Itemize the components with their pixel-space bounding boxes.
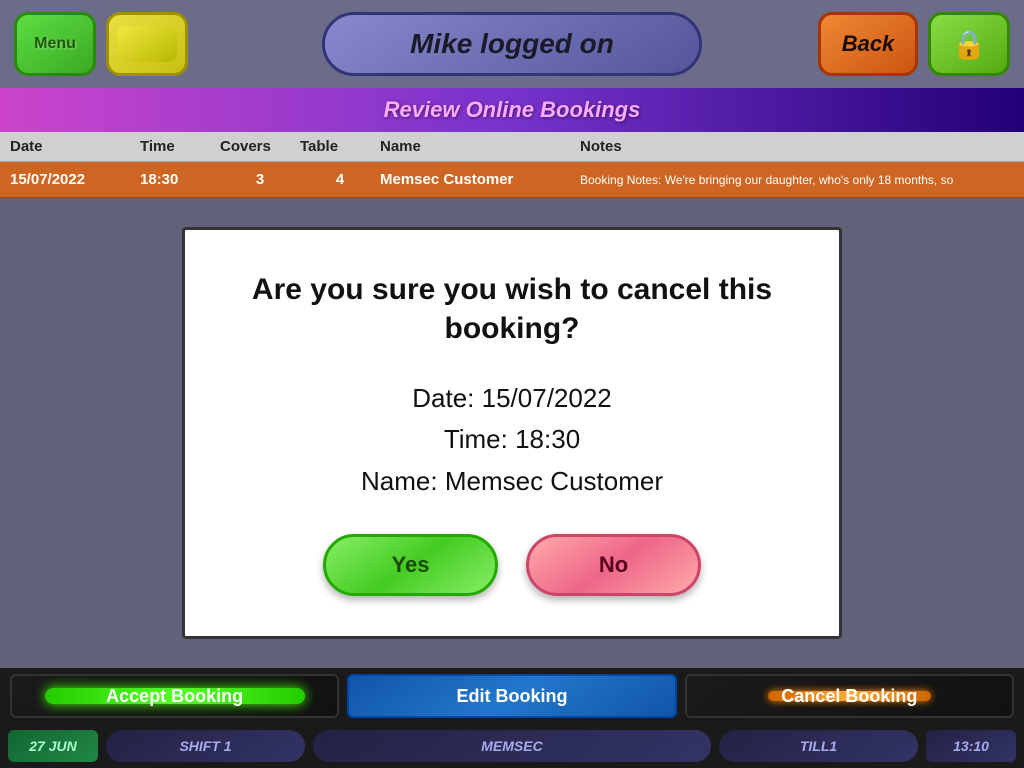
main-content: Are you sure you wish to cancel this boo… (0, 198, 1024, 668)
row-table: 4 (300, 171, 380, 188)
col-table-header: Table (300, 138, 380, 155)
menu-button[interactable]: Menu (14, 12, 96, 76)
logged-on-title: Mike logged on (410, 28, 614, 60)
yes-button[interactable]: Yes (323, 534, 498, 596)
modal-time-value: 18:30 (515, 424, 580, 454)
status-memsec: MEMSEC (313, 730, 711, 762)
cancel-btn-label: Cancel Booking (781, 686, 917, 707)
modal-dialog: Are you sure you wish to cancel this boo… (182, 227, 842, 640)
top-bar: Menu Mike logged on Back 🔒 (0, 0, 1024, 88)
edit-booking-button[interactable]: Edit Booking (347, 674, 676, 718)
status-time: 13:10 (926, 730, 1016, 762)
modal-date-label: Date: (412, 383, 474, 413)
row-notes: Booking Notes: We're bringing our daught… (580, 173, 1014, 187)
col-time-header: Time (140, 138, 220, 155)
modal-overlay: Are you sure you wish to cancel this boo… (0, 198, 1024, 668)
col-covers-header: Covers (220, 138, 300, 155)
modal-time-line: Time: 18:30 (361, 419, 663, 461)
row-time: 18:30 (140, 171, 220, 188)
row-name: Memsec Customer (380, 171, 580, 188)
table-header: Date Time Covers Table Name Notes (0, 132, 1024, 162)
status-shift: SHIFT 1 (106, 730, 305, 762)
modal-time-label: Time: (444, 424, 508, 454)
back-button[interactable]: Back (818, 12, 918, 76)
no-button[interactable]: No (526, 534, 701, 596)
modal-name-label: Name: (361, 466, 438, 496)
cancel-booking-button[interactable]: Cancel Booking (685, 674, 1014, 718)
accept-booking-button[interactable]: Accept Booking (10, 674, 339, 718)
modal-name-value: Memsec Customer (445, 466, 663, 496)
modal-date-value: 15/07/2022 (482, 383, 612, 413)
modal-buttons: Yes No (323, 534, 701, 596)
accept-btn-label: Accept Booking (106, 686, 243, 707)
modal-name-line: Name: Memsec Customer (361, 461, 663, 503)
status-till: TILL1 (719, 730, 918, 762)
yellow-button[interactable] (106, 12, 188, 76)
row-covers: 3 (220, 171, 300, 188)
modal-date-line: Date: 15/07/2022 (361, 378, 663, 420)
edit-btn-label: Edit Booking (456, 686, 567, 707)
top-left-buttons: Menu (14, 12, 188, 76)
col-notes-header: Notes (580, 138, 1014, 155)
table-row[interactable]: 15/07/2022 18:30 3 4 Memsec Customer Boo… (0, 162, 1024, 198)
status-bar: 27 JUN SHIFT 1 MEMSEC TILL1 13:10 (0, 724, 1024, 768)
modal-details: Date: 15/07/2022 Time: 18:30 Name: Memse… (361, 378, 663, 503)
top-right-buttons: Back 🔒 (818, 12, 1010, 76)
modal-question: Are you sure you wish to cancel this boo… (225, 270, 799, 348)
section-title: Review Online Bookings (384, 97, 641, 123)
section-header: Review Online Bookings (0, 88, 1024, 132)
col-name-header: Name (380, 138, 580, 155)
title-pill: Mike logged on (322, 12, 702, 76)
col-date-header: Date (10, 138, 140, 155)
lock-button[interactable]: 🔒 (928, 12, 1010, 76)
bottom-actions: Accept Booking Edit Booking Cancel Booki… (0, 668, 1024, 724)
status-date: 27 JUN (8, 730, 98, 762)
row-date: 15/07/2022 (10, 171, 140, 188)
yellow-inner (117, 26, 177, 62)
